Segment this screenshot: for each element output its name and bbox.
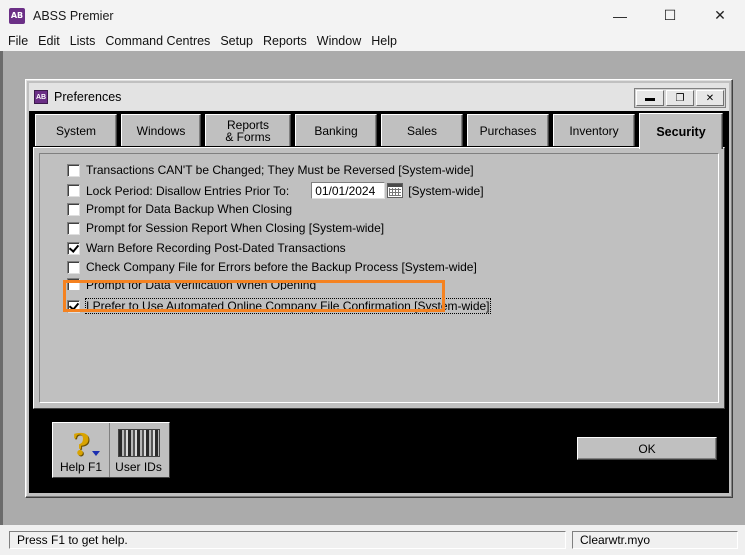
status-help-text: Press F1 to get help. — [9, 531, 566, 549]
option-warn-post-dated[interactable]: Warn Before Recording Post-Dated Transac… — [67, 240, 346, 256]
status-bar: Press F1 to get help. Clearwtr.myo — [0, 525, 745, 555]
checkbox[interactable] — [67, 202, 80, 216]
preferences-restore-button[interactable]: ❐ — [666, 90, 694, 106]
maximize-button[interactable]: ☐ — [645, 0, 695, 31]
security-panel: Transactions CAN'T be Changed; They Must… — [33, 147, 725, 409]
dropdown-arrow-icon — [91, 451, 100, 456]
question-mark-icon: ? — [72, 431, 100, 461]
preferences-window: AB Preferences ▬ ❐ ✕ System Windows Repo… — [25, 79, 733, 498]
preferences-bottom-area: ? Help F1 User IDs OK — [29, 411, 729, 493]
menu-file[interactable]: File — [3, 34, 33, 48]
preferences-app-icon: AB — [34, 90, 48, 104]
option-automated-online-confirmation[interactable]: I Prefer to Use Automated Online Company… — [67, 298, 491, 314]
minimize-button[interactable]: — — [595, 0, 645, 31]
workspace-edge — [0, 51, 3, 525]
menu-lists[interactable]: Lists — [65, 34, 101, 48]
option-label: Warn Before Recording Post-Dated Transac… — [86, 241, 346, 255]
user-ids-label: User IDs — [115, 460, 162, 474]
option-prompt-data-verification[interactable]: Prompt for Data Verification When Openin… — [67, 278, 316, 290]
option-label: Prompt for Session Report When Closing [… — [86, 221, 385, 235]
option-prompt-data-backup[interactable]: Prompt for Data Backup When Closing — [67, 201, 292, 217]
help-f1-button[interactable]: ? Help F1 — [53, 423, 110, 477]
checkbox[interactable] — [67, 184, 80, 197]
tab-reports-forms[interactable]: Reports & Forms — [205, 114, 291, 146]
app-titlebar: AB ABSS Premier — ☐ ✕ — [0, 0, 745, 31]
menu-setup[interactable]: Setup — [215, 34, 258, 48]
toolbar-group: ? Help F1 User IDs — [52, 422, 170, 478]
close-button[interactable]: ✕ — [695, 0, 745, 31]
menu-bar: File Edit Lists Command Centres Setup Re… — [0, 31, 745, 51]
calendar-icon[interactable] — [387, 183, 404, 198]
window-controls: — ☐ ✕ — [595, 0, 745, 31]
tab-sales[interactable]: Sales — [381, 114, 463, 146]
menu-command-centres[interactable]: Command Centres — [100, 34, 215, 48]
checkbox[interactable] — [67, 260, 80, 274]
option-label: Prompt for Data Verification When Openin… — [86, 278, 317, 290]
preferences-minimize-button[interactable]: ▬ — [636, 90, 664, 106]
option-lock-period[interactable]: Lock Period: Disallow Entries Prior To: … — [67, 181, 484, 200]
preferences-title: Preferences — [54, 90, 122, 104]
checkbox[interactable] — [67, 163, 80, 177]
tab-banking[interactable]: Banking — [295, 114, 377, 146]
menu-reports[interactable]: Reports — [258, 34, 312, 48]
tab-windows[interactable]: Windows — [121, 114, 201, 146]
menu-edit[interactable]: Edit — [33, 34, 65, 48]
option-label: Lock Period: Disallow Entries Prior To: — [86, 183, 290, 198]
app-title: ABSS Premier — [33, 8, 114, 23]
preferences-tabs-area: System Windows Reports & Forms Banking S… — [29, 111, 729, 411]
option-label: I Prefer to Use Automated Online Company… — [85, 298, 491, 314]
tab-security[interactable]: Security — [639, 113, 723, 149]
option-label: Check Company File for Errors before the… — [86, 260, 477, 274]
ok-button[interactable]: OK — [577, 437, 717, 460]
menu-window[interactable]: Window — [312, 34, 366, 48]
tab-inventory[interactable]: Inventory — [553, 114, 635, 146]
tab-purchases[interactable]: Purchases — [467, 114, 549, 146]
option-prompt-session-report[interactable]: Prompt for Session Report When Closing [… — [67, 220, 384, 236]
tab-system[interactable]: System — [35, 114, 117, 146]
option-check-company-file[interactable]: Check Company File for Errors before the… — [67, 259, 477, 275]
checkbox-checked[interactable] — [67, 299, 80, 313]
preferences-titlebar: AB Preferences ▬ ❐ ✕ — [29, 83, 729, 111]
user-ids-button[interactable]: User IDs — [110, 423, 167, 477]
status-file-name: Clearwtr.myo — [572, 531, 738, 549]
lock-period-date-input[interactable]: 01/01/2024 — [311, 182, 386, 199]
preferences-close-button[interactable]: ✕ — [696, 90, 724, 106]
checkbox[interactable] — [67, 221, 80, 235]
checkbox[interactable] — [67, 278, 80, 290]
menu-help[interactable]: Help — [366, 34, 402, 48]
lock-period-suffix: [System-wide] — [408, 183, 484, 198]
option-label: Transactions CAN'T be Changed; They Must… — [86, 163, 474, 177]
option-label: Prompt for Data Backup When Closing — [86, 202, 293, 216]
checkbox-checked[interactable] — [67, 241, 80, 255]
option-transactions-cant-be-changed[interactable]: Transactions CAN'T be Changed; They Must… — [67, 162, 474, 178]
user-ids-icon — [117, 429, 160, 457]
preferences-window-controls: ▬ ❐ ✕ — [634, 88, 726, 108]
abss-app-icon: AB — [9, 7, 25, 24]
